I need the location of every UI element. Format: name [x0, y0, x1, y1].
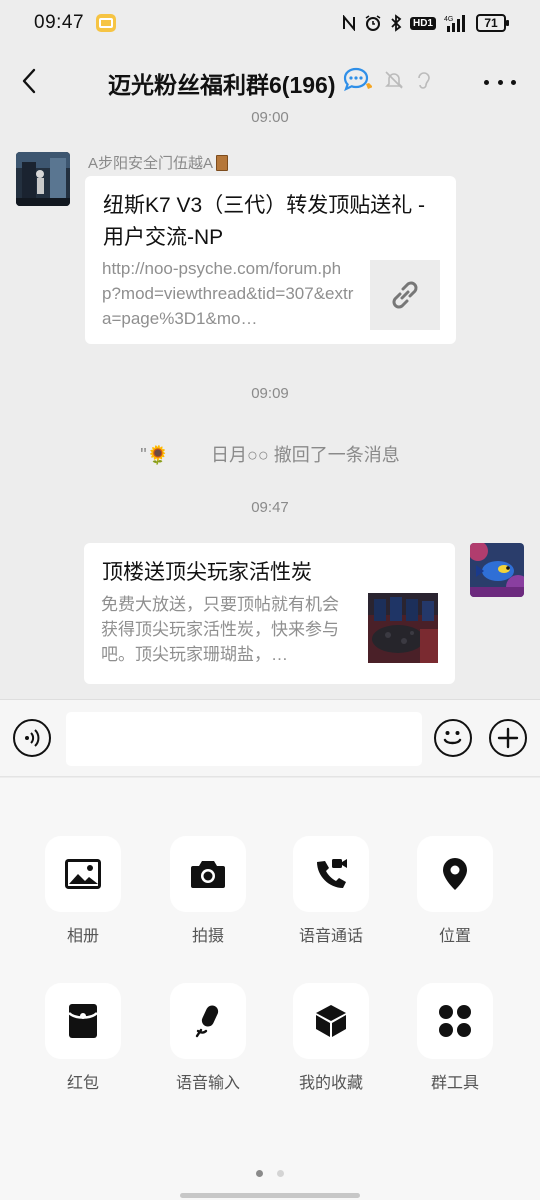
group-tools-icon [439, 1005, 471, 1037]
recall-user[interactable]: 日月○○ [211, 445, 269, 465]
article-thumbnail [368, 593, 438, 663]
plus-icon [497, 727, 519, 749]
tool-label: 语音通话 [298, 928, 363, 945]
avatar-image [16, 152, 70, 206]
timestamp: 09:00 [251, 109, 289, 126]
more-options-button[interactable] [484, 70, 516, 94]
tool-label: 群工具 [430, 1075, 479, 1092]
chevron-left-icon [22, 68, 36, 94]
tool-label: 语音输入 [175, 1075, 240, 1092]
page-dot-active[interactable] [256, 1170, 263, 1177]
tool-icon-box [293, 836, 369, 912]
chat-title[interactable]: 迈光粉丝福利群6(196) [108, 66, 335, 100]
home-indicator[interactable] [180, 1193, 360, 1198]
page-indicator [0, 1170, 540, 1177]
door-icon [216, 154, 229, 171]
battery-indicator: 71 [476, 14, 509, 32]
favorites-box-icon [316, 1005, 346, 1037]
voice-wave-icon [25, 729, 40, 747]
link-card-title: 纽斯K7 V3（三代）转发顶贴送礼 - 用户交流-NP [103, 194, 426, 249]
product-image [368, 593, 438, 663]
link-card[interactable]: 纽斯K7 V3（三代）转发顶贴送礼 - 用户交流-NP http://noo-p… [85, 176, 456, 344]
tool-icon-box [293, 983, 369, 1059]
recall-text: 撤回了一条消息 [273, 445, 400, 465]
location-icon [443, 858, 467, 890]
my-avatar[interactable] [470, 543, 524, 597]
signal-icon: 4G [444, 15, 465, 32]
tool-label: 位置 [438, 928, 471, 945]
status-icons: HD1 4G 71 [342, 14, 509, 32]
mute-bell-icon [385, 71, 403, 89]
tool-label: 相册 [66, 928, 99, 945]
tool-icon-box [45, 836, 121, 912]
article-card[interactable]: 顶楼送顶尖玩家活性炭 免费大放送，只要顶帖就有机会获得顶尖玩家活性炭，快来参与吧… [84, 543, 455, 684]
tool-favorites[interactable]: 我的收藏 [281, 983, 381, 1093]
tool-camera[interactable]: 拍摄 [158, 836, 258, 946]
tool-group-tools[interactable]: 群工具 [405, 983, 505, 1093]
microphone-icon [195, 1005, 219, 1038]
article-card-desc: 免费大放送，只要顶帖就有机会获得顶尖玩家活性炭，快来参与吧。顶尖玩家珊瑚盐，… [101, 595, 339, 664]
nfc-icon [342, 15, 355, 31]
tool-label: 拍摄 [191, 928, 224, 945]
voice-button[interactable] [13, 719, 51, 757]
svg-text:4G: 4G [444, 16, 453, 23]
tool-label: 红包 [66, 1075, 99, 1092]
phone-video-icon [317, 859, 347, 888]
chat-bubble-icon [343, 67, 372, 92]
timestamp: 09:09 [251, 385, 289, 402]
tool-icon-box [170, 836, 246, 912]
tool-voice-call[interactable]: 语音通话 [281, 836, 381, 946]
more-dot [511, 79, 516, 85]
status-bar: 09:47 HD1 4G 71 [0, 0, 540, 46]
recall-notice: "🌻 日月○○ 撤回了一条消息 [0, 441, 540, 467]
notification-icon [96, 14, 117, 32]
tool-icon-box [170, 983, 246, 1059]
article-card-title: 顶楼送顶尖玩家活性炭 [102, 561, 312, 584]
avatar-image [470, 543, 524, 597]
emoji-button[interactable] [434, 719, 472, 757]
more-dot [484, 79, 489, 85]
page-dot[interactable] [277, 1170, 284, 1177]
tool-location[interactable]: 位置 [405, 836, 505, 946]
tool-icon-box [45, 983, 121, 1059]
more-dot [497, 79, 503, 85]
link-thumbnail [370, 260, 440, 330]
image-icon [65, 859, 101, 889]
red-packet-icon [68, 1004, 98, 1038]
input-bar [0, 699, 540, 777]
tool-label: 我的收藏 [298, 1075, 363, 1092]
smiley-icon [443, 731, 462, 745]
link-icon [392, 281, 418, 309]
camera-icon [191, 861, 225, 888]
alarm-icon [365, 15, 381, 31]
tool-icon-box [417, 836, 493, 912]
sender-avatar[interactable] [16, 152, 70, 206]
sender-name: A步阳安全门伍越A [88, 152, 229, 173]
bluetooth-icon [391, 14, 402, 32]
tool-album[interactable]: 相册 [33, 836, 133, 946]
ear-icon [418, 72, 430, 89]
more-functions-button[interactable] [489, 719, 527, 757]
status-time: 09:47 [34, 12, 85, 33]
hd-badge: HD1 [409, 16, 436, 30]
sender-name-text: A步阳安全门伍越A [88, 155, 214, 172]
tool-icon-box [417, 983, 493, 1059]
link-card-url: http://noo-psyche.com/forum.php?mod=view… [102, 259, 354, 328]
back-button[interactable] [14, 64, 44, 98]
tool-red-packet[interactable]: 红包 [33, 983, 133, 1093]
message-input[interactable] [66, 712, 422, 766]
title-status-icons [342, 66, 432, 94]
timestamp: 09:47 [251, 499, 289, 516]
chat-header: 迈光粉丝福利群6(196) [0, 46, 540, 116]
sunflower-icon: "🌻 [140, 445, 169, 465]
tool-voice-input[interactable]: 语音输入 [158, 983, 258, 1093]
